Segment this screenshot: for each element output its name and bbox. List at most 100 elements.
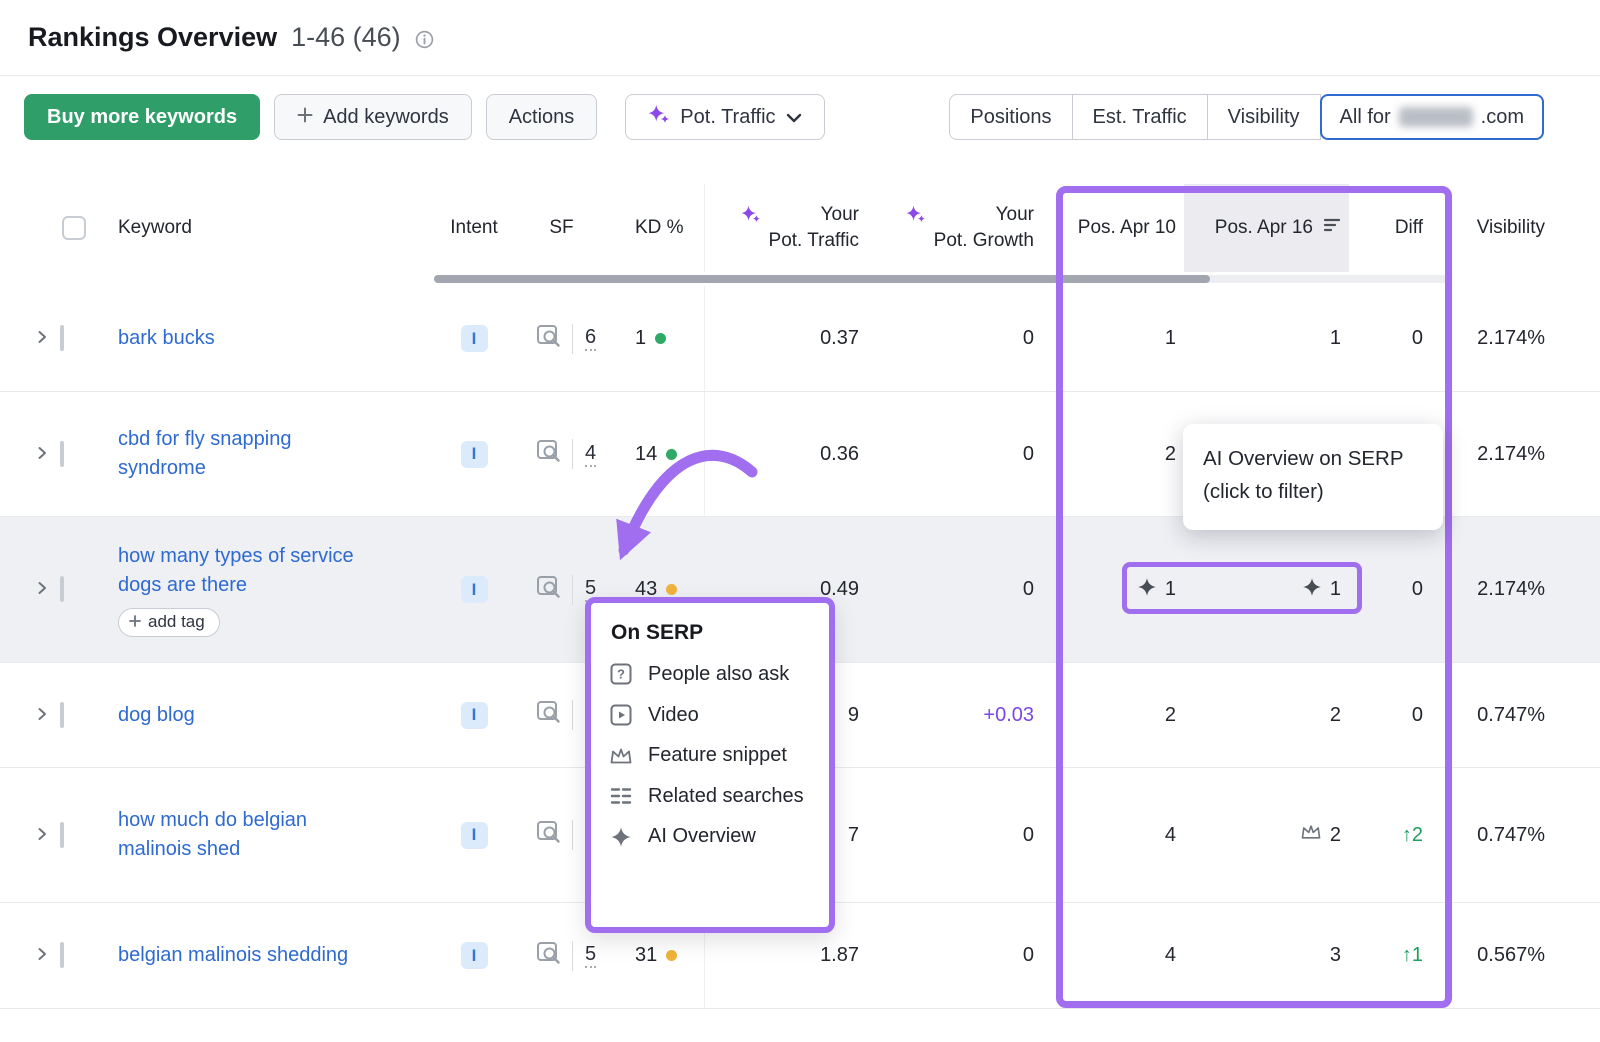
- expand-chevron-icon[interactable]: [24, 327, 60, 350]
- sf-count[interactable]: 6: [585, 326, 596, 351]
- diff-value: ↑2: [1349, 824, 1427, 847]
- intent-badge[interactable]: I: [461, 702, 488, 729]
- pos-apr16-value[interactable]: 1: [1184, 577, 1349, 603]
- row-checkbox[interactable]: [60, 822, 64, 848]
- scrollbar-thumb[interactable]: [434, 275, 1210, 283]
- row-checkbox[interactable]: [60, 576, 64, 602]
- sf-count[interactable]: 5: [585, 943, 596, 968]
- row-checkbox[interactable]: [60, 942, 64, 968]
- pos-apr16-value[interactable]: 2: [1184, 823, 1349, 847]
- col-diff[interactable]: Diff: [1349, 184, 1427, 272]
- diff-value: 0: [1349, 578, 1427, 601]
- expand-chevron-icon[interactable]: [24, 944, 60, 967]
- serp-item-feature-snippet[interactable]: Feature snippet: [609, 744, 811, 767]
- intent-badge[interactable]: I: [461, 942, 488, 969]
- pos-apr16-value: 2: [1184, 704, 1349, 727]
- col-kd[interactable]: KD %: [619, 184, 704, 272]
- video-icon: [609, 703, 633, 727]
- serp-features-icon[interactable]: [536, 575, 562, 605]
- kd-value: 31: [635, 944, 657, 967]
- tooltip-line2: (click to filter): [1203, 475, 1443, 508]
- sparkles-icon: [648, 103, 670, 131]
- keyword-link[interactable]: how much do belgian malinois shed: [118, 809, 307, 860]
- keyword-link[interactable]: cbd for fly snapping syndrome: [118, 428, 291, 479]
- scrollbar-track[interactable]: [434, 275, 1449, 283]
- keyword-link[interactable]: belgian malinois shedding: [118, 944, 348, 966]
- sparkles-icon: [906, 204, 926, 232]
- keyword-link[interactable]: bark bucks: [118, 327, 215, 349]
- visibility-value: 2.174%: [1427, 327, 1557, 350]
- keyword-link[interactable]: dog blog: [118, 704, 195, 726]
- serp-item-related-searches[interactable]: Related searches: [609, 784, 811, 808]
- expand-chevron-icon[interactable]: [24, 443, 60, 466]
- tab-visibility[interactable]: Visibility: [1207, 94, 1321, 140]
- table-header-row: Keyword Intent SF KD % YourPot. Traffic …: [0, 184, 1600, 272]
- row-checkbox[interactable]: [60, 441, 64, 467]
- add-tag-button[interactable]: add tag: [118, 608, 220, 637]
- diff-value: ↑1: [1349, 944, 1427, 967]
- intent-badge[interactable]: I: [461, 822, 488, 849]
- expand-chevron-icon[interactable]: [24, 704, 60, 727]
- col-pot-traffic[interactable]: YourPot. Traffic: [704, 184, 859, 272]
- select-all-checkbox[interactable]: [62, 216, 86, 240]
- serp-item-people-also-ask[interactable]: ? People also ask: [609, 662, 811, 686]
- tooltip-line1: AI Overview on SERP: [1203, 442, 1443, 475]
- ai-overview-icon: [609, 826, 633, 848]
- serp-item-video[interactable]: Video: [609, 703, 811, 727]
- sf-count[interactable]: 4: [585, 442, 596, 467]
- pos-apr16-value: 3: [1184, 944, 1349, 967]
- pot-traffic-value: 0.36: [704, 392, 859, 516]
- sort-icon[interactable]: [1323, 217, 1343, 239]
- pot-traffic-dropdown[interactable]: Pot. Traffic: [625, 94, 824, 140]
- col-sf[interactable]: SF: [514, 184, 619, 272]
- add-keywords-button[interactable]: Add keywords: [274, 94, 472, 140]
- expand-chevron-icon[interactable]: [24, 824, 60, 847]
- visibility-value: 0.747%: [1427, 704, 1557, 727]
- divider: [572, 700, 573, 730]
- serp-item-ai-overview[interactable]: AI Overview: [609, 825, 811, 848]
- intent-badge[interactable]: I: [461, 441, 488, 468]
- col-visibility[interactable]: Visibility: [1427, 184, 1557, 272]
- intent-badge[interactable]: I: [461, 325, 488, 352]
- divider: [572, 575, 573, 605]
- pot-growth-value: 0: [859, 824, 1034, 847]
- ai-overview-icon: [1302, 577, 1322, 603]
- actions-button[interactable]: Actions: [486, 94, 598, 140]
- kd-level-dot: [666, 584, 677, 595]
- kd-level-dot: [655, 333, 666, 344]
- col-pos-apr16[interactable]: Pos. Apr 16: [1184, 184, 1349, 272]
- col-keyword[interactable]: Keyword: [110, 184, 434, 272]
- tab-all-for-domain[interactable]: All for .com: [1320, 94, 1544, 140]
- row-checkbox[interactable]: [60, 325, 64, 351]
- serp-features-icon[interactable]: [536, 439, 562, 469]
- serp-features-icon[interactable]: [536, 324, 562, 354]
- pos-apr10-value[interactable]: 1: [1034, 577, 1184, 603]
- on-serp-popup: On SERP ? People also ask Video Feature …: [585, 597, 835, 933]
- pos-apr10-value: 2: [1034, 704, 1184, 727]
- info-icon[interactable]: [415, 30, 434, 49]
- buy-more-keywords-button[interactable]: Buy more keywords: [24, 94, 260, 140]
- col-pot-growth[interactable]: YourPot. Growth: [859, 184, 1034, 272]
- row-checkbox[interactable]: [60, 702, 64, 728]
- divider: [572, 324, 573, 354]
- col-intent[interactable]: Intent: [434, 184, 514, 272]
- visibility-value: 0.567%: [1427, 944, 1557, 967]
- intent-badge[interactable]: I: [461, 576, 488, 603]
- ai-overview-tooltip: AI Overview on SERP (click to filter): [1183, 424, 1443, 530]
- divider: [572, 941, 573, 971]
- title-bar: Rankings Overview 1-46 (46): [0, 0, 1600, 76]
- expand-chevron-icon[interactable]: [24, 578, 60, 601]
- tab-positions[interactable]: Positions: [949, 94, 1072, 140]
- ai-overview-icon: [1137, 577, 1157, 603]
- related-searches-icon: [609, 784, 633, 808]
- serp-features-icon[interactable]: [536, 941, 562, 971]
- pot-growth-value: 0: [859, 327, 1034, 350]
- diff-value: 0: [1349, 704, 1427, 727]
- keyword-link[interactable]: how many types of service dogs are there: [118, 545, 354, 596]
- pot-growth-value: 0: [859, 578, 1034, 601]
- tab-est-traffic[interactable]: Est. Traffic: [1072, 94, 1208, 140]
- serp-features-icon[interactable]: [536, 700, 562, 730]
- serp-features-icon[interactable]: [536, 820, 562, 850]
- col-pos-apr10[interactable]: Pos. Apr 10: [1034, 184, 1184, 272]
- kd-level-dot: [666, 449, 677, 460]
